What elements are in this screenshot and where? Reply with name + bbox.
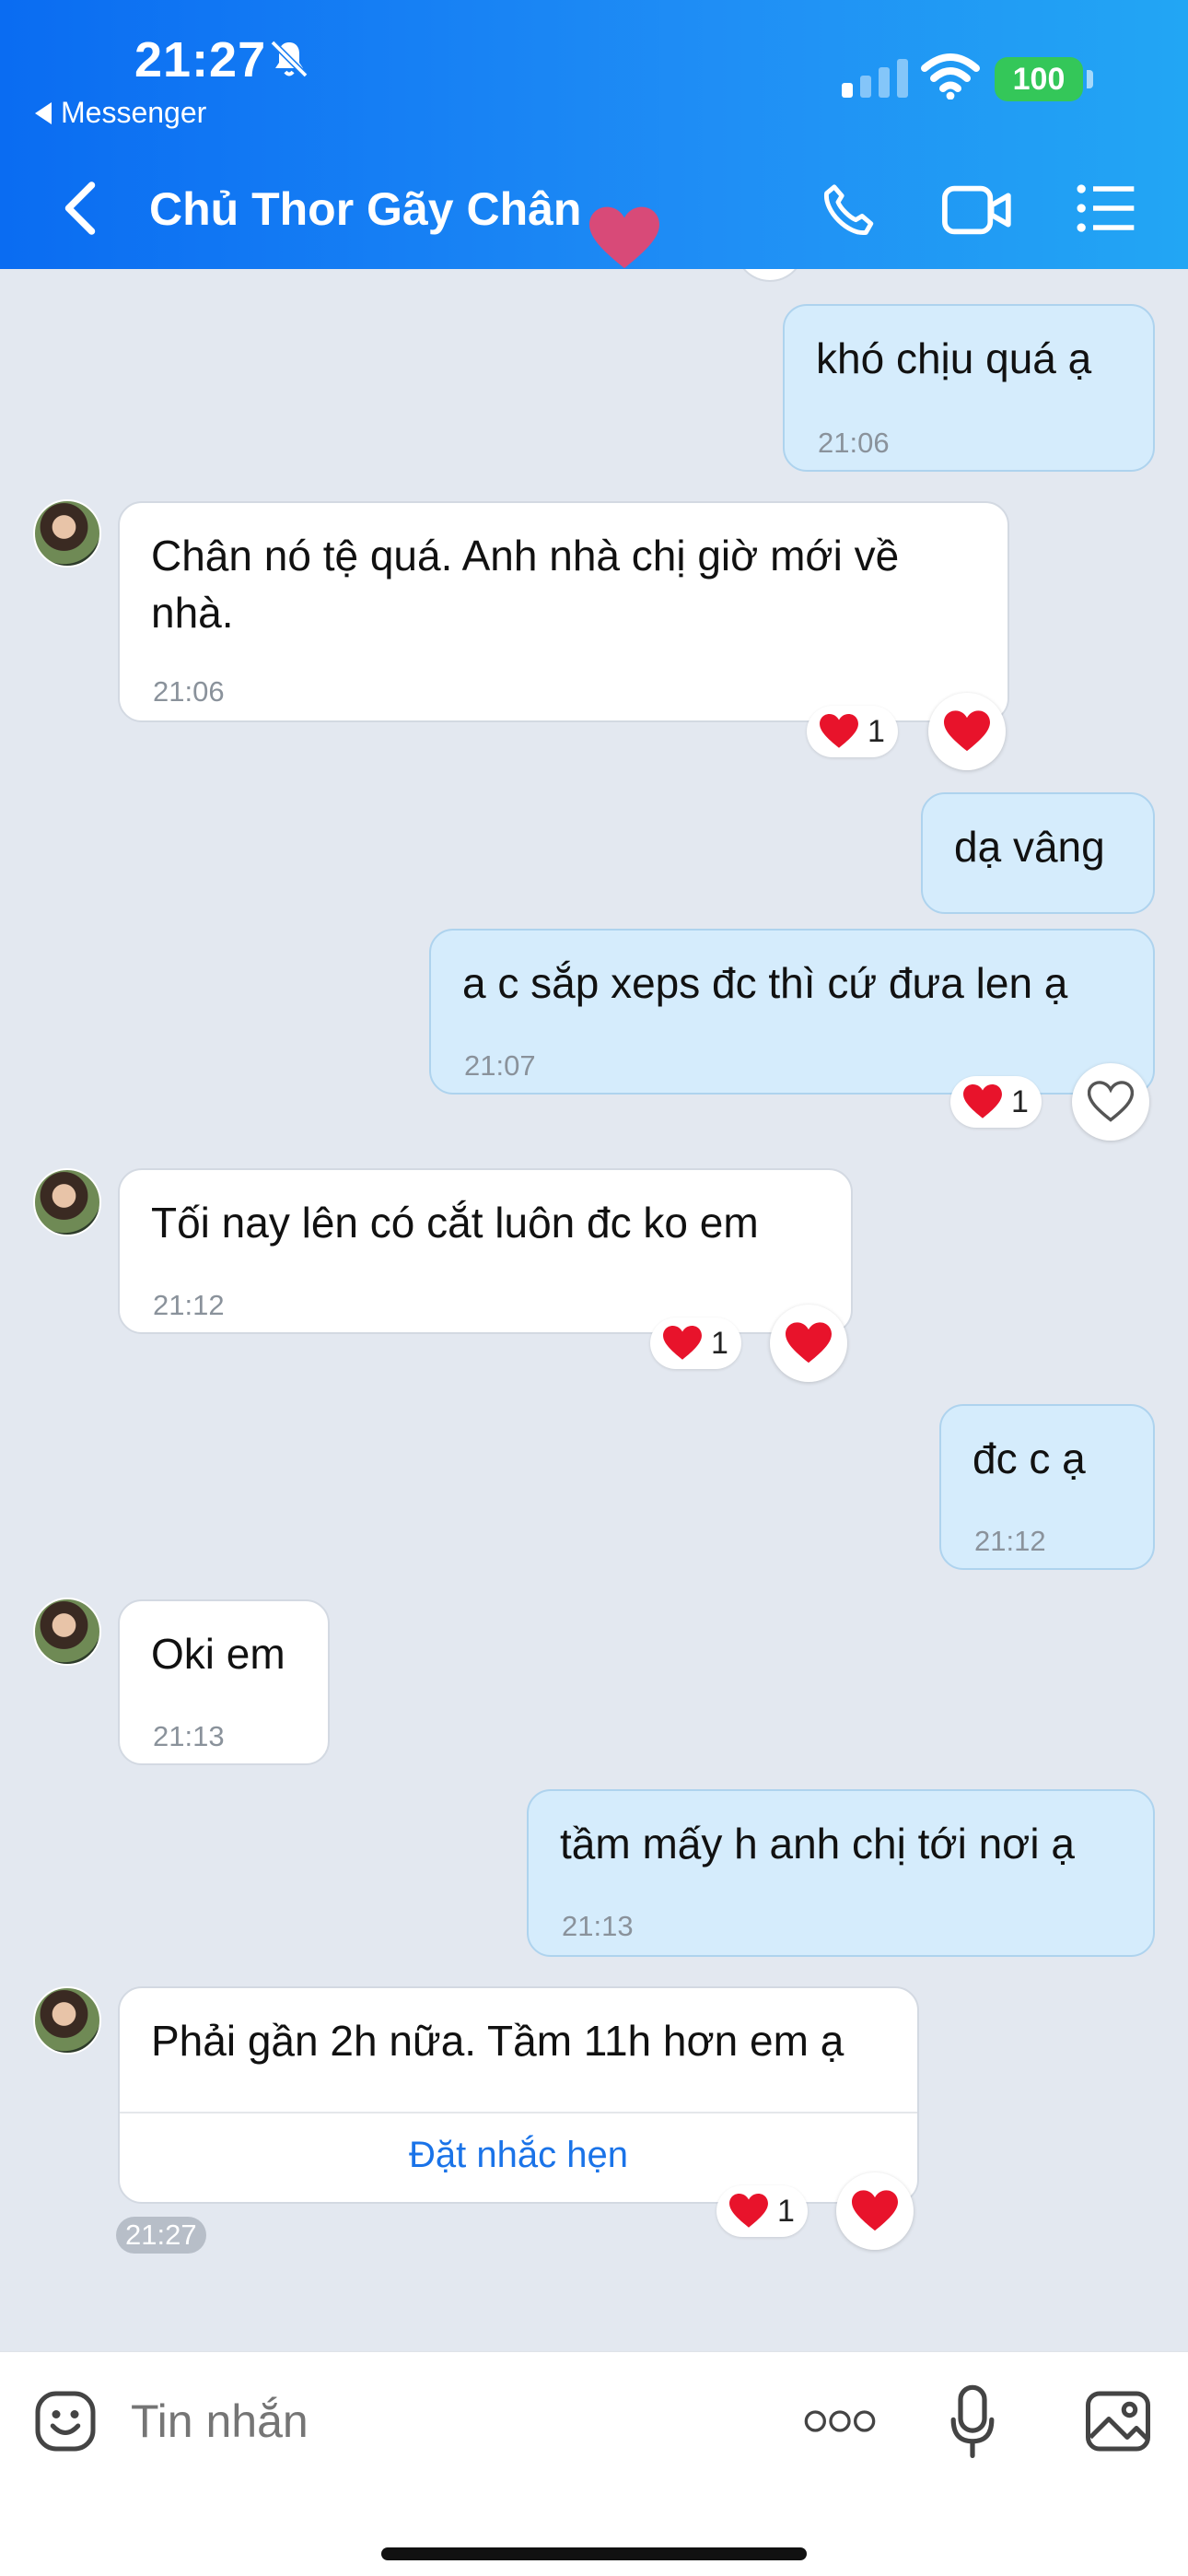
message-text: khó chịu quá ạ bbox=[816, 334, 1092, 382]
avatar[interactable] bbox=[33, 1168, 101, 1236]
message-text: Tối nay lên có cắt luôn đc ko em bbox=[151, 1199, 759, 1247]
video-icon[interactable] bbox=[941, 182, 1013, 238]
heart-outline-icon bbox=[1088, 1081, 1134, 1123]
battery-indicator: 100 bbox=[995, 57, 1083, 101]
reaction-count-value: 1 bbox=[777, 2193, 795, 2229]
reaction-count[interactable]: 1 bbox=[650, 1317, 741, 1369]
home-indicator bbox=[381, 2547, 807, 2560]
message-text: Chân nó tệ quá. Anh nhà chị giờ mới về n… bbox=[151, 532, 900, 637]
reaction-button[interactable] bbox=[836, 2172, 914, 2250]
back-app-label: Messenger bbox=[61, 96, 207, 129]
chat-title[interactable]: Chủ Thor Gãy Chân bbox=[149, 182, 581, 236]
heart-icon bbox=[820, 714, 858, 749]
bell-off-icon bbox=[270, 40, 309, 78]
reaction-count[interactable]: 1 bbox=[716, 2185, 808, 2237]
message-text: Phải gần 2h nữa. Tầm 11h hơn em ạ bbox=[151, 2017, 844, 2065]
message-input[interactable] bbox=[131, 2389, 683, 2453]
cellular-signal-icon bbox=[842, 57, 908, 98]
reaction-count-value: 1 bbox=[711, 1325, 728, 1361]
avatar[interactable] bbox=[33, 499, 101, 568]
status-time: 21:27 bbox=[134, 32, 267, 88]
bubble-divider bbox=[120, 2112, 917, 2113]
wifi-icon bbox=[921, 53, 980, 100]
message-time: 21:06 bbox=[153, 675, 225, 708]
chat-header: 21:27 Messenger 100 Chủ Thor Gãy Chân bbox=[0, 0, 1188, 269]
message-bubble-outgoing[interactable]: a c sắp xeps đc thì cứ đưa len ạ 21:07 bbox=[429, 929, 1155, 1095]
message-text: đc c ạ bbox=[973, 1434, 1086, 1482]
microphone-icon[interactable] bbox=[949, 2383, 996, 2461]
reaction-button[interactable] bbox=[928, 693, 1006, 770]
message-text: Oki em bbox=[151, 1630, 285, 1678]
reaction-button[interactable] bbox=[770, 1305, 847, 1382]
reaction-count-value: 1 bbox=[1011, 1083, 1029, 1119]
message-input-bar bbox=[0, 2351, 1188, 2576]
message-time: 21:07 bbox=[464, 1049, 536, 1082]
back-to-messenger[interactable]: Messenger bbox=[35, 96, 206, 130]
reaction-count[interactable]: 1 bbox=[807, 706, 898, 757]
message-bubble-outgoing[interactable]: khó chịu quá ạ 21:06 bbox=[783, 304, 1155, 472]
set-reminder-button[interactable]: Đặt nhắc hẹn bbox=[120, 2126, 917, 2184]
phone-icon[interactable] bbox=[818, 181, 879, 241]
reaction-count[interactable]: 1 bbox=[950, 1076, 1042, 1128]
message-text: a c sắp xeps đc thì cứ đưa len ạ bbox=[462, 959, 1068, 1007]
heart-icon bbox=[852, 2190, 898, 2232]
reaction-button[interactable] bbox=[1072, 1063, 1149, 1141]
message-time-badge: 21:27 bbox=[116, 2217, 206, 2254]
message-bubble-outgoing[interactable]: dạ vâng bbox=[921, 792, 1155, 914]
message-time: 21:13 bbox=[153, 1720, 225, 1752]
message-text: tầm mấy h anh chị tới nơi ạ bbox=[560, 1820, 1075, 1868]
back-icon[interactable] bbox=[57, 181, 103, 236]
menu-icon[interactable] bbox=[1076, 182, 1136, 234]
message-text: dạ vâng bbox=[954, 823, 1105, 871]
message-bubble-incoming[interactable]: Chân nó tệ quá. Anh nhà chị giờ mới về n… bbox=[118, 501, 1009, 722]
message-bubble-incoming[interactable]: Tối nay lên có cắt luôn đc ko em 21:12 bbox=[118, 1168, 853, 1334]
more-icon[interactable] bbox=[803, 2407, 877, 2435]
heart-icon bbox=[944, 710, 990, 753]
avatar[interactable] bbox=[33, 1986, 101, 2055]
message-bubble-incoming[interactable]: Oki em 21:13 bbox=[118, 1599, 330, 1765]
message-time: 21:13 bbox=[562, 1910, 634, 1942]
heart-icon bbox=[589, 206, 659, 269]
message-bubble-outgoing[interactable]: đc c ạ 21:12 bbox=[939, 1404, 1155, 1570]
battery-tip bbox=[1087, 70, 1093, 88]
message-bubble-outgoing[interactable]: tầm mấy h anh chị tới nơi ạ 21:13 bbox=[527, 1789, 1155, 1957]
heart-icon bbox=[729, 2194, 768, 2229]
heart-icon bbox=[663, 1326, 702, 1361]
heart-icon bbox=[963, 1084, 1002, 1119]
message-bubble-incoming[interactable]: Phải gần 2h nữa. Tầm 11h hơn em ạ Đặt nh… bbox=[118, 1986, 919, 2204]
avatar[interactable] bbox=[33, 1598, 101, 1666]
message-time: 21:12 bbox=[974, 1525, 1046, 1557]
image-icon[interactable] bbox=[1083, 2389, 1153, 2453]
message-time: 21:06 bbox=[818, 427, 890, 459]
back-triangle-icon bbox=[35, 101, 52, 124]
reaction-count-value: 1 bbox=[868, 713, 885, 749]
message-time: 21:12 bbox=[153, 1289, 225, 1321]
emoji-icon[interactable] bbox=[33, 2389, 98, 2453]
heart-icon bbox=[786, 1322, 832, 1364]
